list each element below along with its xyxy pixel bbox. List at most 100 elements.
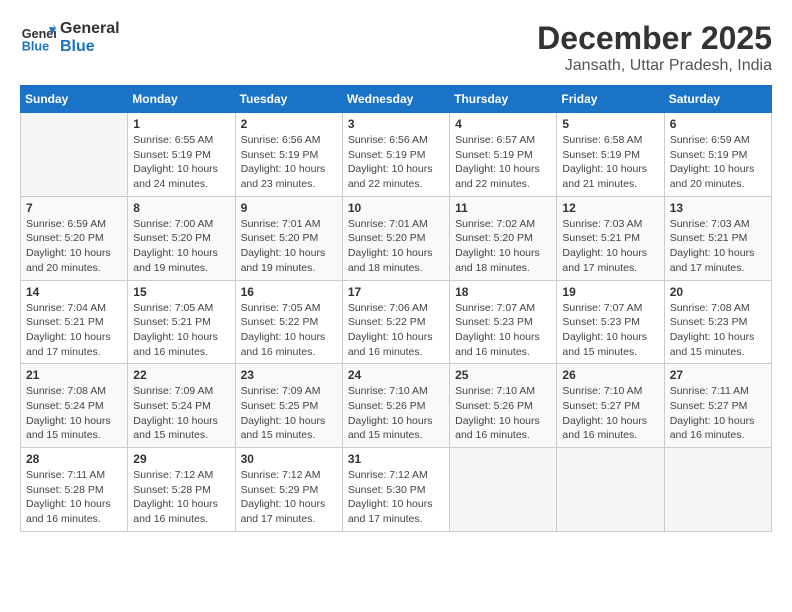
logo-general: General (60, 20, 120, 38)
calendar-cell: 10Sunrise: 7:01 AMSunset: 5:20 PMDayligh… (342, 196, 449, 280)
day-number: 5 (562, 117, 658, 131)
calendar-cell: 7 Sunrise: 6:59 AMSunset: 5:20 PMDaylight… (21, 196, 128, 280)
calendar-cell (21, 113, 128, 197)
day-number: 29 (133, 452, 229, 466)
calendar-week-3: 14 Sunrise: 7:04 AMSunset: 5:21 PMDayligh… (21, 280, 772, 364)
day-info: Sunrise: 7:10 AMSunset: 5:26 PMDaylight:… (455, 384, 551, 443)
day-number: 8 (133, 201, 229, 215)
day-number: 7 (26, 201, 122, 215)
calendar-week-1: 1 Sunrise: 6:55 AMSunset: 5:19 PMDaylight… (21, 113, 772, 197)
calendar-week-4: 21 Sunrise: 7:08 AMSunset: 5:24 PMDayligh… (21, 364, 772, 448)
day-info: Sunrise: 6:55 AMSunset: 5:19 PMDaylight:… (133, 133, 229, 192)
day-number: 31 (348, 452, 444, 466)
day-number: 14 (26, 285, 122, 299)
day-number: 21 (26, 368, 122, 382)
day-number: 25 (455, 368, 551, 382)
calendar-cell: 11Sunrise: 7:02 AMSunset: 5:20 PMDayligh… (450, 196, 557, 280)
day-info: Sunrise: 7:11 AMSunset: 5:27 PMDaylight:… (670, 384, 766, 443)
calendar-cell (557, 448, 664, 532)
day-info: Sunrise: 7:12 AMSunset: 5:28 PMDaylight:… (133, 468, 229, 527)
calendar-cell: 24 Sunrise: 7:10 AMSunset: 5:26 PMDayligh… (342, 364, 449, 448)
calendar-cell: 28Sunrise: 7:11 AMSunset: 5:28 PMDayligh… (21, 448, 128, 532)
day-number: 16 (241, 285, 337, 299)
day-number: 27 (670, 368, 766, 382)
calendar-header: SundayMondayTuesdayWednesdayThursdayFrid… (21, 86, 772, 113)
svg-text:Blue: Blue (22, 40, 49, 54)
day-info: Sunrise: 6:58 AMSunset: 5:19 PMDaylight:… (562, 133, 658, 192)
calendar-week-5: 28Sunrise: 7:11 AMSunset: 5:28 PMDayligh… (21, 448, 772, 532)
weekday-wednesday: Wednesday (342, 86, 449, 113)
day-number: 6 (670, 117, 766, 131)
calendar-cell (664, 448, 771, 532)
day-number: 26 (562, 368, 658, 382)
weekday-saturday: Saturday (664, 86, 771, 113)
calendar-cell: 30Sunrise: 7:12 AMSunset: 5:29 PMDayligh… (235, 448, 342, 532)
day-number: 12 (562, 201, 658, 215)
calendar-cell: 26 Sunrise: 7:10 AMSunset: 5:27 PMDayligh… (557, 364, 664, 448)
day-number: 24 (348, 368, 444, 382)
calendar-table: SundayMondayTuesdayWednesdayThursdayFrid… (20, 85, 772, 532)
day-number: 11 (455, 201, 551, 215)
calendar-cell: 17 Sunrise: 7:06 AMSunset: 5:22 PMDayligh… (342, 280, 449, 364)
day-number: 22 (133, 368, 229, 382)
calendar-body: 1 Sunrise: 6:55 AMSunset: 5:19 PMDaylight… (21, 113, 772, 532)
day-number: 3 (348, 117, 444, 131)
day-info: Sunrise: 7:12 AMSunset: 5:30 PMDaylight:… (348, 468, 444, 527)
calendar-cell: 8 Sunrise: 7:00 AMSunset: 5:20 PMDaylight… (128, 196, 235, 280)
day-number: 9 (241, 201, 337, 215)
weekday-thursday: Thursday (450, 86, 557, 113)
day-number: 20 (670, 285, 766, 299)
day-number: 15 (133, 285, 229, 299)
day-info: Sunrise: 7:07 AMSunset: 5:23 PMDaylight:… (562, 301, 658, 360)
calendar-cell: 21 Sunrise: 7:08 AMSunset: 5:24 PMDayligh… (21, 364, 128, 448)
day-number: 4 (455, 117, 551, 131)
day-info: Sunrise: 7:10 AMSunset: 5:26 PMDaylight:… (348, 384, 444, 443)
day-info: Sunrise: 7:01 AMSunset: 5:20 PMDaylight:… (241, 217, 337, 276)
day-info: Sunrise: 6:59 AMSunset: 5:20 PMDaylight:… (26, 217, 122, 276)
calendar-cell: 27 Sunrise: 7:11 AMSunset: 5:27 PMDayligh… (664, 364, 771, 448)
month-title: December 2025 (537, 20, 772, 57)
logo: General Blue General Blue (20, 20, 120, 56)
calendar-cell: 20Sunrise: 7:08 AMSunset: 5:23 PMDayligh… (664, 280, 771, 364)
day-info: Sunrise: 7:10 AMSunset: 5:27 PMDaylight:… (562, 384, 658, 443)
day-info: Sunrise: 7:09 AMSunset: 5:25 PMDaylight:… (241, 384, 337, 443)
location-title: Jansath, Uttar Pradesh, India (537, 57, 772, 75)
day-info: Sunrise: 7:05 AMSunset: 5:21 PMDaylight:… (133, 301, 229, 360)
day-number: 18 (455, 285, 551, 299)
calendar-cell: 23Sunrise: 7:09 AMSunset: 5:25 PMDayligh… (235, 364, 342, 448)
calendar-cell: 19Sunrise: 7:07 AMSunset: 5:23 PMDayligh… (557, 280, 664, 364)
calendar-cell: 9 Sunrise: 7:01 AMSunset: 5:20 PMDaylight… (235, 196, 342, 280)
day-info: Sunrise: 7:06 AMSunset: 5:22 PMDaylight:… (348, 301, 444, 360)
weekday-friday: Friday (557, 86, 664, 113)
calendar-cell (450, 448, 557, 532)
title-area: December 2025 Jansath, Uttar Pradesh, In… (537, 20, 772, 75)
logo-blue: Blue (60, 38, 120, 56)
calendar-cell: 13Sunrise: 7:03 AMSunset: 5:21 PMDayligh… (664, 196, 771, 280)
day-info: Sunrise: 6:56 AMSunset: 5:19 PMDaylight:… (348, 133, 444, 192)
day-number: 30 (241, 452, 337, 466)
day-info: Sunrise: 6:59 AMSunset: 5:19 PMDaylight:… (670, 133, 766, 192)
weekday-monday: Monday (128, 86, 235, 113)
calendar-cell: 12 Sunrise: 7:03 AMSunset: 5:21 PMDayligh… (557, 196, 664, 280)
day-info: Sunrise: 7:04 AMSunset: 5:21 PMDaylight:… (26, 301, 122, 360)
calendar-cell: 29 Sunrise: 7:12 AMSunset: 5:28 PMDayligh… (128, 448, 235, 532)
day-info: Sunrise: 7:08 AMSunset: 5:24 PMDaylight:… (26, 384, 122, 443)
calendar-cell: 2 Sunrise: 6:56 AMSunset: 5:19 PMDaylight… (235, 113, 342, 197)
calendar-cell: 4 Sunrise: 6:57 AMSunset: 5:19 PMDaylight… (450, 113, 557, 197)
weekday-sunday: Sunday (21, 86, 128, 113)
weekday-header-row: SundayMondayTuesdayWednesdayThursdayFrid… (21, 86, 772, 113)
weekday-tuesday: Tuesday (235, 86, 342, 113)
calendar-cell: 25 Sunrise: 7:10 AMSunset: 5:26 PMDayligh… (450, 364, 557, 448)
calendar-cell: 14 Sunrise: 7:04 AMSunset: 5:21 PMDayligh… (21, 280, 128, 364)
day-number: 17 (348, 285, 444, 299)
day-info: Sunrise: 7:00 AMSunset: 5:20 PMDaylight:… (133, 217, 229, 276)
day-info: Sunrise: 7:05 AMSunset: 5:22 PMDaylight:… (241, 301, 337, 360)
day-number: 13 (670, 201, 766, 215)
day-number: 2 (241, 117, 337, 131)
day-info: Sunrise: 6:57 AMSunset: 5:19 PMDaylight:… (455, 133, 551, 192)
calendar-cell: 3 Sunrise: 6:56 AMSunset: 5:19 PMDaylight… (342, 113, 449, 197)
day-number: 1 (133, 117, 229, 131)
calendar-cell: 22Sunrise: 7:09 AMSunset: 5:24 PMDayligh… (128, 364, 235, 448)
day-info: Sunrise: 7:03 AMSunset: 5:21 PMDaylight:… (562, 217, 658, 276)
day-info: Sunrise: 6:56 AMSunset: 5:19 PMDaylight:… (241, 133, 337, 192)
